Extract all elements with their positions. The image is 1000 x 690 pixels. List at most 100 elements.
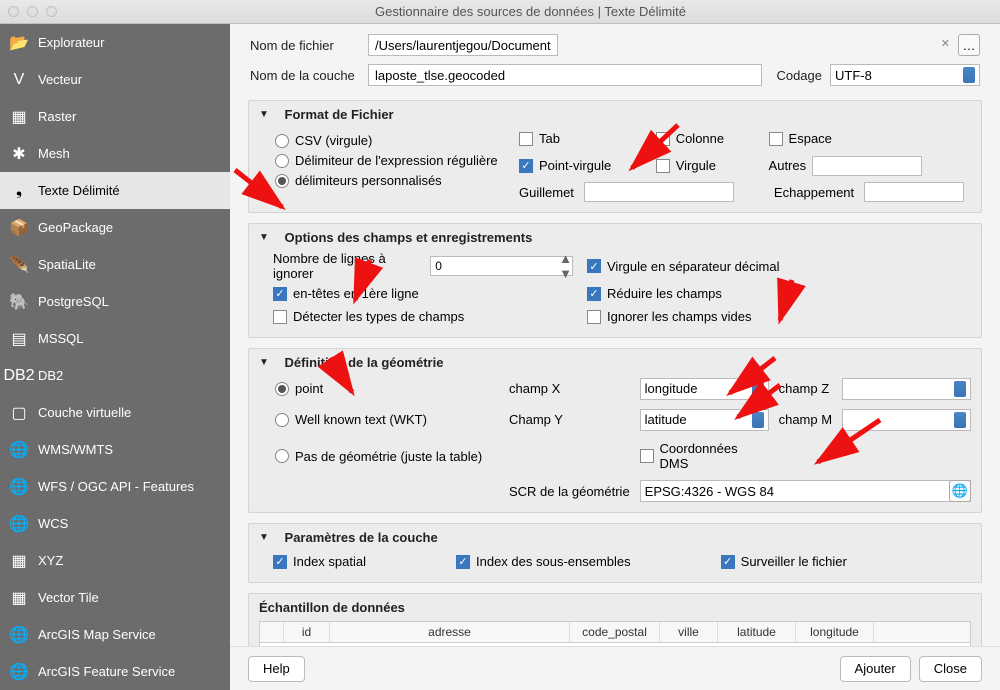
sidebar-item-label: PostgreSQL xyxy=(38,294,109,309)
titlebar: Gestionnaire des sources de données | Te… xyxy=(0,0,1000,24)
chk-dms[interactable]: Coordonnées DMS xyxy=(640,441,769,471)
chk-detect[interactable]: Détecter les types de champs xyxy=(273,309,573,324)
encoding-select[interactable]: UTF-8 xyxy=(830,64,980,86)
checkbox-icon xyxy=(519,159,533,173)
encoding-label: Codage xyxy=(762,68,830,83)
sidebar-item-icon: ▢ xyxy=(8,402,30,424)
crs-picker-button[interactable]: 🌐 xyxy=(949,480,971,502)
sidebar-item-label: Texte Délimité xyxy=(38,183,120,198)
radio-csv[interactable]: CSV (virgule) xyxy=(275,133,519,148)
radio-icon xyxy=(275,382,289,396)
sidebar-item-icon: ▦ xyxy=(8,106,30,128)
sidebar-item-raster[interactable]: ▦ Raster xyxy=(0,98,230,135)
x-select[interactable]: longitude xyxy=(640,378,769,400)
checkbox-icon xyxy=(656,159,670,173)
skip-value[interactable] xyxy=(431,258,559,274)
sidebar-item-geopackage[interactable]: 📦GeoPackage xyxy=(0,209,230,246)
sidebar-item-wfs-ogc-api-features[interactable]: 🌐WFS / OGC API - Features xyxy=(0,468,230,505)
sample-table: idadressecode_postalvillelatitudelongitu… xyxy=(259,621,971,646)
sidebar-item-explorateur[interactable]: 📂Explorateur xyxy=(0,24,230,61)
chk-trim[interactable]: Réduire les champs xyxy=(587,286,971,301)
sidebar-item-wms-wmts[interactable]: 🌐 WMS/WMTS xyxy=(0,431,230,468)
spin-arrows-icon[interactable]: ▲▼ xyxy=(559,251,572,281)
chk-ignore-empty[interactable]: Ignorer les champs vides xyxy=(587,309,971,324)
chk-decimal[interactable]: Virgule en séparateur décimal xyxy=(587,254,971,278)
sidebar-item-icon: 🌐 xyxy=(8,439,30,461)
sidebar-item-arcgis-map-service[interactable]: 🌐ArcGIS Map Service xyxy=(0,616,230,653)
sidebar-item-texte-d-limit-[interactable]: ❟Texte Délimité xyxy=(0,172,230,209)
others-label: Autres xyxy=(769,158,807,173)
sidebar: 📂ExplorateurVVecteur ▦ Raster ✱Mesh❟Texte D… xyxy=(0,24,230,690)
m-select[interactable] xyxy=(842,409,971,431)
chk-subset-index[interactable]: Index des sous-ensembles xyxy=(456,554,631,569)
close-button[interactable]: Close xyxy=(919,656,982,682)
group-format-header[interactable]: Format de Fichier xyxy=(259,107,971,122)
table-col-code_postal: code_postal xyxy=(570,622,660,642)
chk-semicolon[interactable]: Point-virgule xyxy=(519,158,616,173)
radio-point[interactable]: point xyxy=(275,381,499,396)
table-col-latitude: latitude xyxy=(718,622,796,642)
radio-icon xyxy=(275,134,289,148)
checkbox-icon xyxy=(587,310,601,324)
chk-spatial-index[interactable]: Index spatial xyxy=(273,554,366,569)
traffic-close[interactable] xyxy=(8,6,19,17)
sidebar-item-icon: 🪶 xyxy=(8,254,30,276)
group-records-header[interactable]: Options des champs et enregistrements xyxy=(259,230,971,245)
sidebar-item-icon: ▦ xyxy=(8,587,30,609)
radio-regex[interactable]: Délimiteur de l'expression régulière xyxy=(275,153,519,168)
checkbox-icon xyxy=(721,555,735,569)
layername-label: Nom de la couche xyxy=(250,68,368,83)
group-sample-header[interactable]: Échantillon de données xyxy=(259,600,971,615)
sidebar-item-icon: 🌐 xyxy=(8,513,30,535)
chk-watch-file[interactable]: Surveiller le fichier xyxy=(721,554,847,569)
filename-input[interactable] xyxy=(368,34,558,56)
help-button[interactable]: Help xyxy=(248,656,305,682)
traffic-min[interactable] xyxy=(27,6,38,17)
browse-button[interactable]: … xyxy=(958,34,980,56)
group-layer-params-header[interactable]: Paramètres de la couche xyxy=(259,530,971,545)
radio-no-geom[interactable]: Pas de géométrie (juste la table) xyxy=(275,449,499,464)
sidebar-item-vector-tile[interactable]: ▦Vector Tile xyxy=(0,579,230,616)
radio-custom-delim[interactable]: délimiteurs personnalisés xyxy=(275,173,519,188)
sidebar-item-couche-virtuelle[interactable]: ▢Couche virtuelle xyxy=(0,394,230,431)
y-select[interactable]: latitude xyxy=(640,409,769,431)
quote-input[interactable] xyxy=(584,182,734,202)
radio-icon xyxy=(275,174,289,188)
skip-spinbox[interactable]: ▲▼ xyxy=(430,256,573,276)
chk-virgule[interactable]: Virgule xyxy=(656,158,729,173)
sidebar-item-mesh[interactable]: ✱Mesh xyxy=(0,135,230,172)
checkbox-icon xyxy=(456,555,470,569)
sidebar-item-vecteur[interactable]: VVecteur xyxy=(0,61,230,98)
sidebar-item-db2[interactable]: DB2DB2 xyxy=(0,357,230,394)
radio-wkt[interactable]: Well known text (WKT) xyxy=(275,412,499,427)
sidebar-item-postgresql[interactable]: 🐘PostgreSQL xyxy=(0,283,230,320)
escape-input[interactable] xyxy=(864,182,964,202)
sidebar-item-wcs[interactable]: 🌐WCS xyxy=(0,505,230,542)
group-geometry-header[interactable]: Définition de la géométrie xyxy=(259,355,971,370)
layername-input[interactable] xyxy=(368,64,762,86)
sidebar-item-label: Mesh xyxy=(38,146,70,161)
sidebar-item-icon: 📂 xyxy=(8,32,30,54)
sidebar-item-arcgis-feature-service[interactable]: 🌐ArcGIS Feature Service xyxy=(0,653,230,690)
sidebar-item-label: ArcGIS Map Service xyxy=(38,627,156,642)
sidebar-item-xyz[interactable]: ▦XYZ xyxy=(0,542,230,579)
sidebar-item-label: SpatiaLite xyxy=(38,257,96,272)
chk-tab[interactable]: Tab xyxy=(519,131,616,146)
others-input[interactable] xyxy=(812,156,922,176)
sidebar-item-label: ArcGIS Feature Service xyxy=(38,664,175,679)
table-col-idx xyxy=(260,622,284,642)
sidebar-item-mssql[interactable]: ▤MSSQL xyxy=(0,320,230,357)
radio-icon xyxy=(275,449,289,463)
chk-header[interactable]: en-têtes en 1ère ligne xyxy=(273,286,573,301)
sidebar-item-label: WMS/WMTS xyxy=(38,442,113,457)
chk-colonne[interactable]: Colonne xyxy=(656,131,729,146)
sidebar-item-spatialite[interactable]: 🪶 SpatiaLite xyxy=(0,246,230,283)
add-button[interactable]: Ajouter xyxy=(840,656,911,682)
traffic-max[interactable] xyxy=(46,6,57,17)
sidebar-item-icon: V xyxy=(8,69,30,91)
checkbox-icon xyxy=(273,555,287,569)
sidebar-item-label: Raster xyxy=(38,109,76,124)
chk-espace[interactable]: Espace xyxy=(769,131,927,146)
z-select[interactable] xyxy=(842,378,971,400)
crs-select[interactable]: EPSG:4326 - WGS 84 xyxy=(640,480,971,502)
